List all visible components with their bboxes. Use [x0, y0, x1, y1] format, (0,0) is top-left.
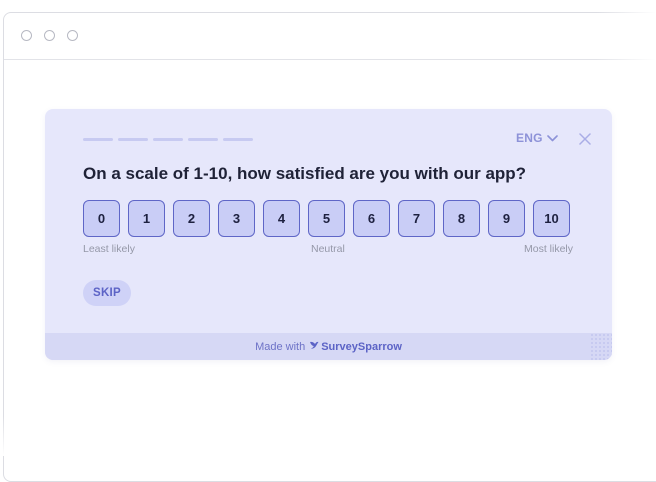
rating-button-6[interactable]: 6	[353, 200, 390, 237]
window-titlebar	[4, 13, 656, 60]
rating-button-5[interactable]: 5	[308, 200, 345, 237]
decorative-dots	[590, 333, 612, 360]
progress-bar	[83, 138, 253, 141]
window-maximize-dot[interactable]	[67, 30, 78, 41]
rating-button-7[interactable]: 7	[398, 200, 435, 237]
rating-button-10[interactable]: 10	[533, 200, 570, 237]
made-with-text: Made with	[255, 341, 305, 353]
language-selector[interactable]: ENG	[516, 131, 558, 145]
rating-scale: 0 1 2 3 4 5 6 7 8 9 10	[83, 200, 570, 237]
rating-button-8[interactable]: 8	[443, 200, 480, 237]
question-text: On a scale of 1-10, how satisfied are yo…	[83, 164, 526, 184]
survey-footer: Made with SurveySparrow	[45, 333, 612, 360]
chevron-down-icon	[547, 135, 558, 142]
rating-button-4[interactable]: 4	[263, 200, 300, 237]
language-label: ENG	[516, 131, 543, 145]
scale-label-high: Most likely	[524, 243, 573, 255]
scale-label-low: Least likely	[83, 243, 135, 255]
progress-segment	[153, 138, 183, 141]
rating-button-3[interactable]: 3	[218, 200, 255, 237]
brand-name: SurveySparrow	[321, 341, 402, 353]
brand-link[interactable]: SurveySparrow	[309, 340, 402, 353]
window-close-dot[interactable]	[21, 30, 32, 41]
survey-card: ENG On a scale of 1-10, how satisfied ar…	[45, 109, 612, 360]
progress-segment	[118, 138, 148, 141]
progress-segment	[188, 138, 218, 141]
rating-button-9[interactable]: 9	[488, 200, 525, 237]
rating-button-1[interactable]: 1	[128, 200, 165, 237]
progress-segment	[83, 138, 113, 141]
rating-button-0[interactable]: 0	[83, 200, 120, 237]
skip-button[interactable]: SKIP	[83, 280, 131, 306]
rating-button-2[interactable]: 2	[173, 200, 210, 237]
sparrow-logo-icon	[309, 340, 319, 353]
progress-segment	[223, 138, 253, 141]
window-minimize-dot[interactable]	[44, 30, 55, 41]
scale-label-mid: Neutral	[311, 243, 345, 255]
close-icon[interactable]	[579, 132, 591, 144]
